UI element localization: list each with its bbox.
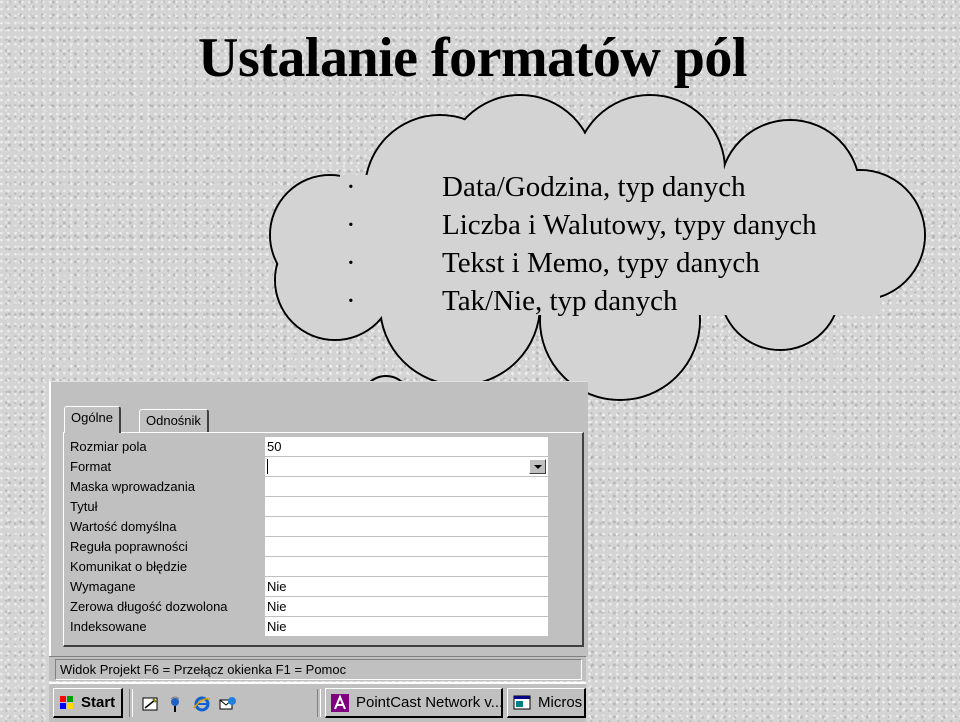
windows-flag-icon [60, 696, 73, 709]
validation-text-input[interactable] [265, 557, 548, 576]
indexed-input[interactable]: Nie [265, 617, 548, 636]
list-item: · Liczba i Walutowy, typy danych [346, 209, 817, 241]
desktop-icon[interactable] [141, 695, 159, 713]
start-button[interactable]: Start [53, 688, 123, 718]
dropdown-arrow-icon[interactable] [529, 459, 546, 474]
tab-general[interactable]: Ogólne [64, 406, 121, 433]
field-size-input[interactable]: 50 [265, 437, 548, 456]
list-item: · Data/Godzina, typ danych [346, 171, 746, 203]
validation-rule-input[interactable] [265, 537, 548, 556]
properties-panel: Rozmiar pola 50 Format Maska wprowadzani… [63, 432, 584, 647]
status-bar: Widok Projekt F6 = Przełącz okienka F1 =… [49, 656, 586, 681]
text-caret [267, 459, 268, 474]
internet-explorer-icon[interactable] [193, 695, 211, 713]
taskbar-button-pointcast[interactable]: PointCast Network v... [325, 688, 503, 718]
outlook-express-icon[interactable] [219, 695, 237, 713]
taskbar-separator [317, 689, 321, 717]
caption-input[interactable] [265, 497, 548, 516]
cloud-bullet-list: · Data/Godzina, typ danych · Liczba i Walu… [340, 168, 817, 320]
allow-zero-length-input[interactable]: Nie [265, 597, 548, 616]
access-icon [331, 694, 349, 712]
taskbar-separator [129, 689, 133, 717]
taskbar: Start PointCast Network v... Micros [49, 682, 586, 722]
microsoft-app-icon [513, 695, 531, 710]
list-item: · Tak/Nie, typ danych [346, 285, 678, 317]
pointcast-icon[interactable] [167, 695, 185, 713]
list-item: · Tekst i Memo, typy danych [346, 247, 760, 279]
format-combobox[interactable] [265, 457, 548, 476]
field-properties-window: Ogólne Odnośnik Rozmiar pola 50 Format M… [49, 381, 588, 657]
status-text: Widok Projekt F6 = Przełącz okienka F1 =… [55, 659, 582, 680]
required-input[interactable]: Nie [265, 577, 548, 596]
tab-lookup[interactable]: Odnośnik [139, 409, 209, 432]
taskbar-button-microsoft[interactable]: Micros [507, 688, 586, 718]
default-value-input[interactable] [265, 517, 548, 536]
input-mask-input[interactable] [265, 477, 548, 496]
